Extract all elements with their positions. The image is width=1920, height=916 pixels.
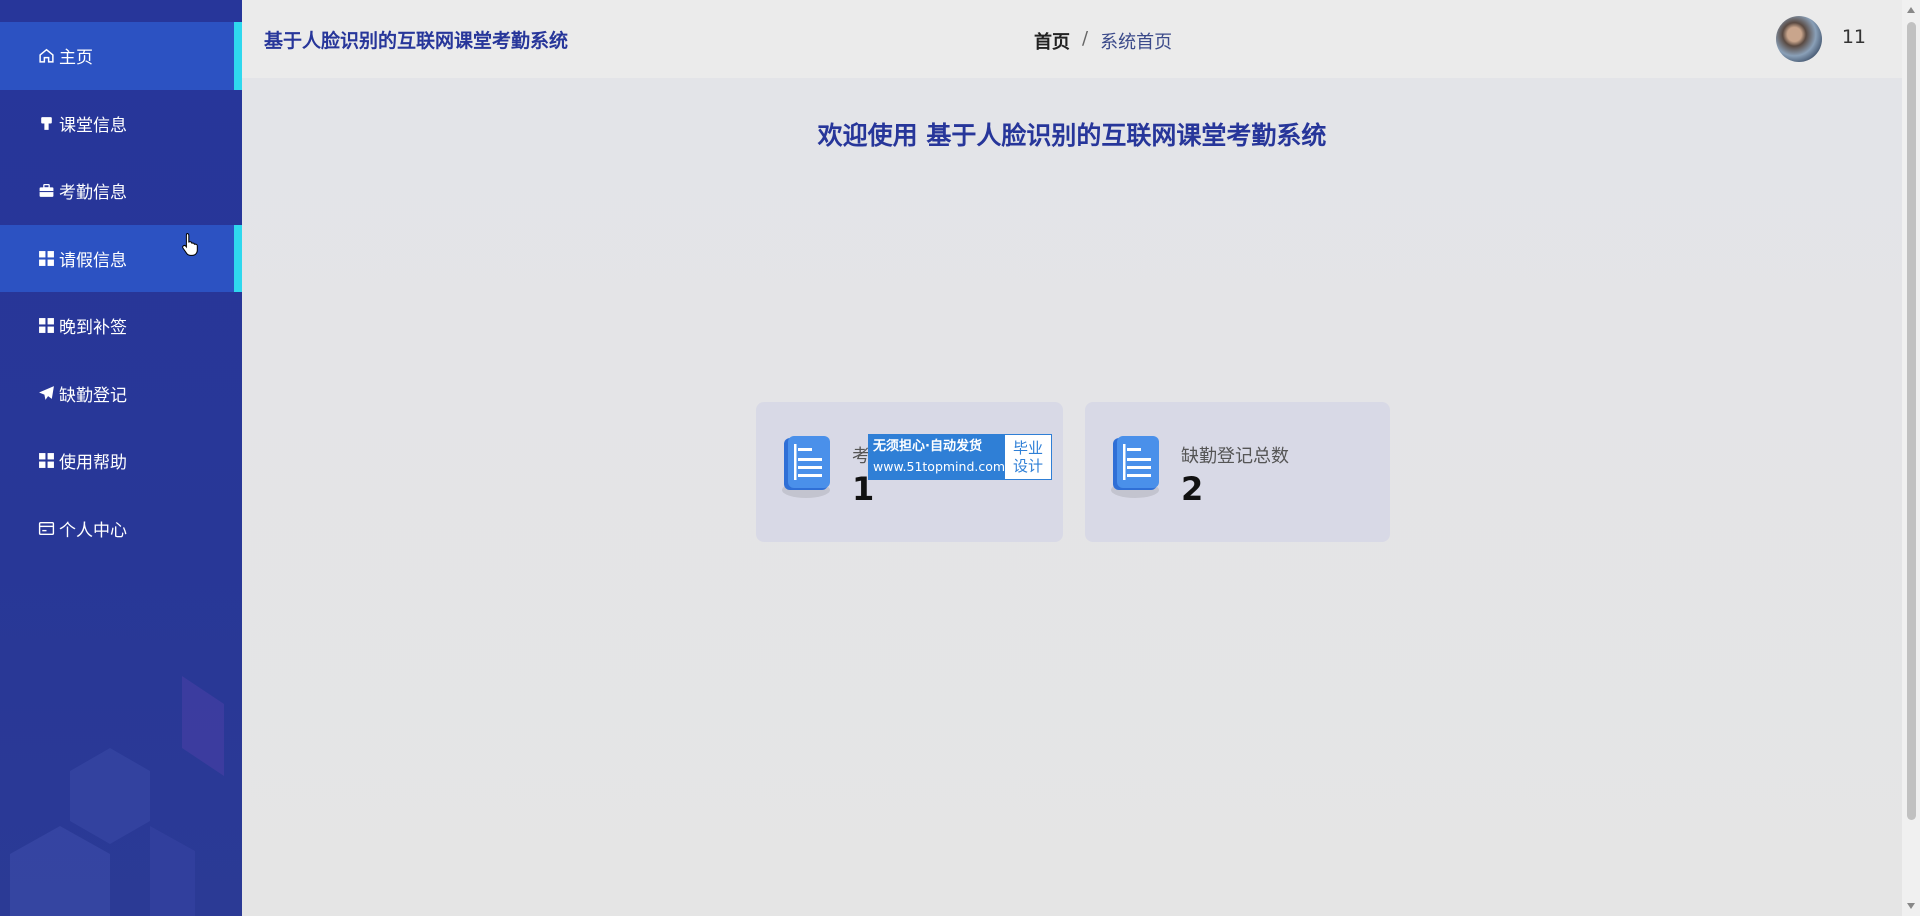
breadcrumb-home[interactable]: 首页	[1034, 28, 1070, 54]
sidebar-item-profile[interactable]: 个人中心	[0, 495, 242, 563]
watermark-right1: 毕业	[1012, 439, 1043, 457]
send-icon	[37, 384, 55, 402]
sidebar-item-late-signin[interactable]: 晚到补签	[0, 292, 242, 360]
grid-icon	[37, 452, 55, 470]
sidebar-item-class-info[interactable]: 课堂信息	[0, 90, 242, 158]
sidebar-item-label: 缺勤登记	[59, 385, 127, 406]
breadcrumb-separator: /	[1082, 28, 1089, 49]
id-card-icon	[37, 519, 55, 537]
scroll-down-icon[interactable]	[1906, 902, 1916, 910]
scroll-thumb[interactable]	[1907, 22, 1916, 820]
watermark-right2: 设计	[1012, 457, 1043, 475]
sidebar-item-label: 课堂信息	[59, 115, 127, 136]
username[interactable]: 11	[1842, 26, 1866, 48]
sidebar-item-home[interactable]: 主页	[0, 22, 242, 90]
sidebar-item-attendance-info[interactable]: 考勤信息	[0, 157, 242, 225]
sidebar-menu: 主页 课堂信息 考勤信息 请假信息 晚到补签 缺勤登记 使用帮助 个人中心	[0, 22, 242, 562]
sidebar-item-label: 主页	[59, 48, 93, 69]
sidebar-item-leave-info[interactable]: 请假信息	[0, 224, 242, 292]
briefcase-icon	[37, 182, 55, 200]
sidebar-item-label: 晚到补签	[59, 318, 127, 339]
sidebar-item-absence-register[interactable]: 缺勤登记	[0, 360, 242, 428]
top-header: 基于人脸识别的互联网课堂考勤系统 首页 / 系统首页 11	[242, 0, 1902, 78]
avatar[interactable]	[1776, 16, 1822, 62]
sidebar-decoration	[10, 676, 224, 916]
breadcrumb-current: 系统首页	[1100, 32, 1173, 53]
main-content: 欢迎使用 基于人脸识别的互联网课堂考勤系统 考 1 无须担心·自动发货 www.…	[242, 78, 1902, 916]
sidebar-top	[0, 0, 242, 22]
welcome-title: 欢迎使用 基于人脸识别的互联网课堂考勤系统	[817, 121, 1327, 150]
sidebar-item-help[interactable]: 使用帮助	[0, 427, 242, 495]
app-title: 基于人脸识别的互联网课堂考勤系统	[264, 30, 569, 52]
sidebar-item-label: 使用帮助	[59, 453, 127, 474]
breadcrumb: 首页 / 系统首页	[1034, 28, 1172, 54]
watermark-badge: 无须担心·自动发货 www.51topmind.com 毕业 设计	[868, 434, 1052, 480]
sidebar: 主页 课堂信息 考勤信息 请假信息 晚到补签 缺勤登记 使用帮助 个人中心	[0, 0, 242, 916]
sidebar-item-label: 个人中心	[59, 520, 127, 541]
watermark-line2: www.51topmind.com	[873, 459, 1006, 474]
stat-card-absence[interactable]: 缺勤登记总数 2	[1085, 402, 1390, 542]
stat-card-attendance[interactable]: 考 1 无须担心·自动发货 www.51topmind.com 毕业 设计	[756, 402, 1063, 542]
card-label: 缺勤登记总数	[1181, 446, 1289, 467]
card-value: 2	[1181, 470, 1204, 508]
document-icon	[1111, 436, 1159, 498]
home-icon	[37, 47, 55, 65]
bookmark-icon	[37, 114, 55, 132]
document-icon	[782, 436, 830, 498]
watermark-line1: 无须担心·自动发货	[873, 439, 982, 454]
page-scrollbar[interactable]	[1902, 0, 1920, 916]
watermark-right: 毕业 设计	[1005, 435, 1051, 479]
scroll-up-icon[interactable]	[1906, 6, 1916, 14]
sidebar-item-label: 请假信息	[59, 250, 127, 271]
grid-icon	[37, 249, 55, 267]
grid-icon	[37, 317, 55, 335]
watermark-left: 无须担心·自动发货 www.51topmind.com	[869, 435, 1005, 479]
sidebar-item-label: 考勤信息	[59, 183, 127, 204]
